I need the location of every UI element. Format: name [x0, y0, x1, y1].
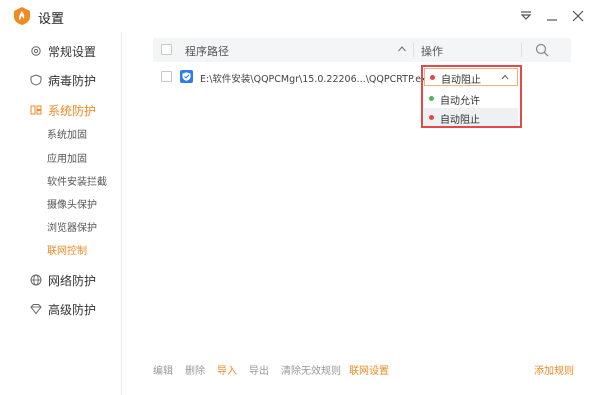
highlight-box [421, 65, 522, 128]
gear-icon [30, 45, 42, 57]
add-rule-button[interactable]: 添加规则 [534, 362, 574, 377]
table-header: 程序路径 操作 [153, 38, 571, 62]
sidebar-item-label: 高级防护 [48, 302, 97, 317]
system-icon [30, 104, 42, 116]
sidebar-subitem[interactable]: 软件安装拦截 [47, 175, 107, 191]
select-all-checkbox[interactable] [161, 44, 172, 55]
sidebar-item-label: 常规设置 [48, 44, 97, 59]
sidebar-item-label: 系统防护 [48, 103, 97, 118]
sidebar-item-label: 网络防护 [48, 273, 97, 288]
column-divider [413, 43, 414, 57]
column-header-path[interactable]: 程序路径 [185, 43, 229, 59]
close-icon [572, 10, 584, 22]
program-path: E:\软件安装\QQPCMgr\15.0.22206...\QQPCRTP.ex… [200, 74, 433, 85]
sort-chevron-up-icon[interactable] [397, 44, 407, 54]
minimize-icon [547, 19, 557, 21]
sidebar-item-system[interactable]: 系统防护 [30, 100, 96, 120]
shield-icon [30, 74, 42, 86]
chevron-down-menu-icon [520, 11, 532, 20]
sidebar-item-virus[interactable]: 病毒防护 [30, 70, 96, 90]
menu-dropdown-button[interactable] [516, 6, 536, 26]
qq-pc-manager-app-icon [180, 70, 193, 83]
title-bar: 设置 [0, 0, 600, 32]
globe-icon [30, 274, 42, 286]
bottom-toolbar: 编辑 删除 导入 导出 清除无效规则 联网设置 添加规则 [153, 362, 574, 377]
delete-button[interactable]: 删除 [185, 362, 205, 377]
minimize-button[interactable] [542, 6, 562, 26]
sidebar-item-general[interactable]: 常规设置 [30, 41, 96, 61]
column-divider [521, 43, 522, 57]
export-button[interactable]: 导出 [249, 362, 269, 377]
window-title: 设置 [38, 12, 65, 27]
edit-button[interactable]: 编辑 [153, 362, 173, 377]
sidebar-subitem[interactable]: 浏览器保护 [47, 221, 97, 237]
sidebar-subitem[interactable]: 摄像头保护 [47, 198, 97, 214]
sidebar: 常规设置 病毒防护 系统防护 系统加固 应用加固 软件安装拦截 摄像头保护 浏览… [0, 32, 122, 395]
sidebar-subitem[interactable]: 应用加固 [47, 152, 87, 168]
app-logo-icon [14, 7, 30, 25]
import-button[interactable]: 导入 [217, 362, 237, 377]
column-header-action: 操作 [421, 45, 443, 58]
network-settings-button[interactable]: 联网设置 [349, 362, 389, 377]
close-button[interactable] [568, 6, 588, 26]
clear-invalid-rules-button[interactable]: 清除无效规则 [281, 362, 341, 377]
sidebar-item-network[interactable]: 网络防护 [30, 270, 96, 290]
sidebar-item-label: 病毒防护 [48, 73, 97, 88]
sidebar-subitem[interactable]: 系统加固 [47, 128, 87, 144]
search-icon[interactable] [535, 43, 549, 57]
sidebar-item-advanced[interactable]: 高级防护 [30, 299, 96, 319]
sidebar-subitem-network-control[interactable]: 联网控制 [47, 244, 87, 260]
diamond-icon [30, 303, 42, 315]
row-checkbox[interactable] [161, 71, 172, 82]
